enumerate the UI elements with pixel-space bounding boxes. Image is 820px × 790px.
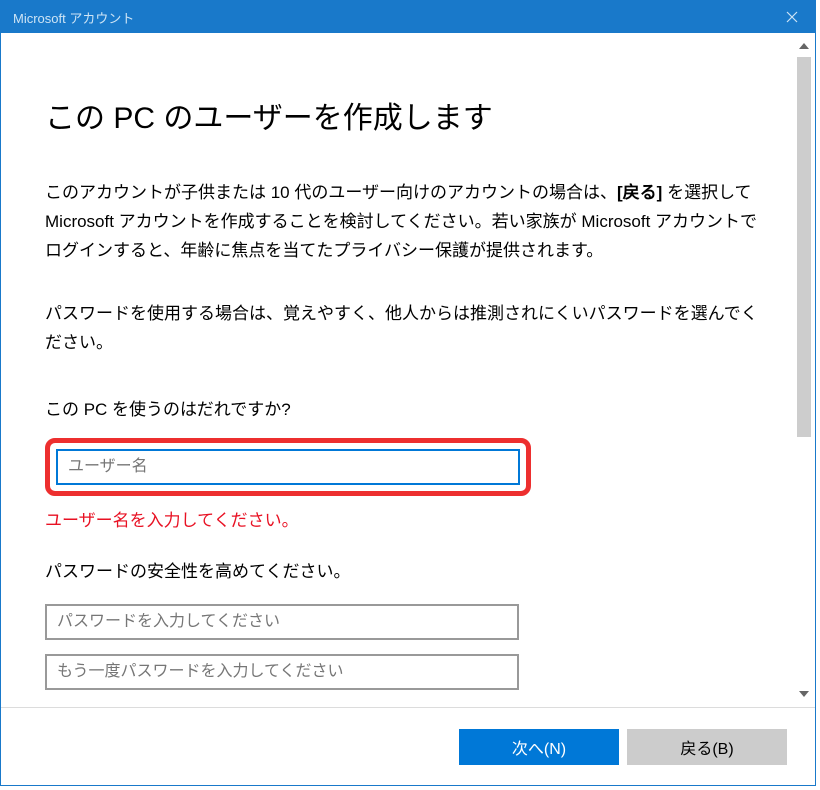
scrollbar-down-icon[interactable] xyxy=(795,685,813,703)
password-label: パスワードの安全性を高めてください。 xyxy=(45,557,771,582)
desc1-bold: [戻る] xyxy=(617,183,662,202)
back-button[interactable]: 戻る(B) xyxy=(627,729,787,765)
description-2: パスワードを使用する場合は、覚えやすく、他人からは推測されにくいパスワードを選ん… xyxy=(45,300,771,358)
username-label: この PC を使うのはだれですか? xyxy=(45,395,771,420)
footer: 次へ(N) 戻る(B) xyxy=(1,707,815,785)
username-input[interactable] xyxy=(56,449,520,485)
content: この PC のユーザーを作成します このアカウントが子供または 10 代のユーザ… xyxy=(1,33,815,704)
scrollbar-up-icon[interactable] xyxy=(795,37,813,55)
username-highlight xyxy=(45,438,531,496)
page-title: この PC のユーザーを作成します xyxy=(45,93,771,137)
scrollbar-thumb[interactable] xyxy=(797,57,811,437)
next-button[interactable]: 次へ(N) xyxy=(459,729,619,765)
close-icon xyxy=(786,11,798,23)
password-input[interactable] xyxy=(45,604,519,640)
content-wrapper: この PC のユーザーを作成します このアカウントが子供または 10 代のユーザ… xyxy=(1,33,815,785)
window-title: Microsoft アカウント xyxy=(13,8,134,27)
username-error: ユーザー名を入力してください。 xyxy=(45,506,771,531)
description-1: このアカウントが子供または 10 代のユーザー向けのアカウントの場合は、[戻る]… xyxy=(45,179,771,266)
scroll-area: この PC のユーザーを作成します このアカウントが子供または 10 代のユーザ… xyxy=(1,33,815,707)
titlebar: Microsoft アカウント xyxy=(1,1,815,33)
scrollbar[interactable] xyxy=(795,37,813,703)
password-confirm-input[interactable] xyxy=(45,654,519,690)
dialog-window: Microsoft アカウント この PC のユーザーを作成します このアカウン… xyxy=(0,0,816,786)
close-button[interactable] xyxy=(769,1,815,33)
desc1-part-a: このアカウントが子供または 10 代のユーザー向けのアカウントの場合は、 xyxy=(45,183,617,202)
